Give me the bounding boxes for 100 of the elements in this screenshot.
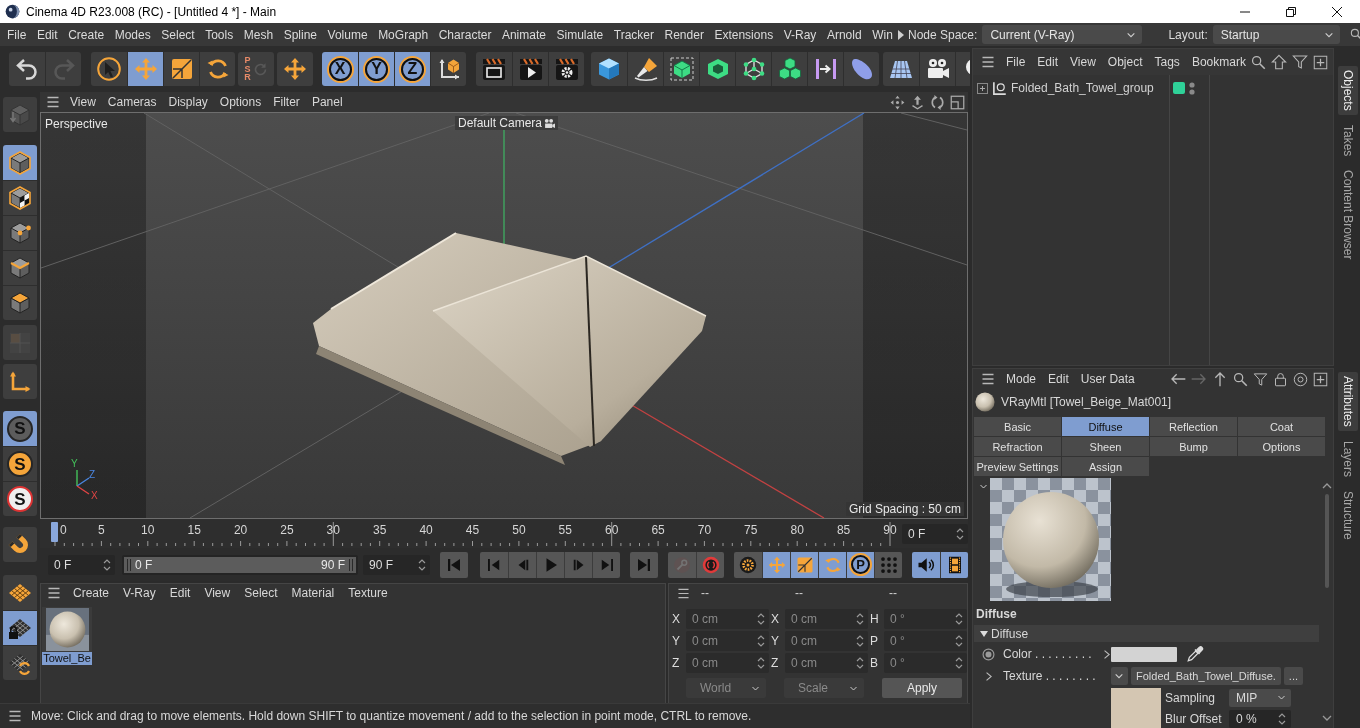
menu-item[interactable]: View: [1070, 55, 1096, 69]
search-icon[interactable]: [1349, 28, 1360, 41]
menu-item[interactable]: V-Ray: [123, 586, 156, 600]
menu-item[interactable]: Cameras: [107, 95, 157, 109]
menu-item[interactable]: View: [204, 586, 231, 600]
keyframe-selection-button[interactable]: [734, 551, 762, 578]
filter-icon[interactable]: [1292, 54, 1308, 70]
scale-key-button[interactable]: [790, 551, 818, 578]
deformer-button[interactable]: [807, 52, 843, 86]
points-mode-button[interactable]: [3, 215, 37, 250]
tab[interactable]: Diffuse: [1062, 417, 1149, 436]
menu-item[interactable]: Select: [244, 586, 278, 600]
tab[interactable]: Preview Settings: [974, 457, 1061, 476]
menu-item[interactable]: File: [7, 27, 27, 42]
snap-lock-button[interactable]: S: [3, 481, 37, 516]
camera-button[interactable]: [919, 52, 955, 86]
selection-tool-button[interactable]: [91, 52, 127, 86]
align-workplane-button[interactable]: [3, 645, 37, 680]
tab[interactable]: Options: [1238, 437, 1325, 456]
radio-icon[interactable]: [981, 647, 995, 661]
eyedropper-icon[interactable]: [1186, 645, 1204, 663]
texture-mode-button[interactable]: [3, 180, 37, 215]
menu-item[interactable]: Tools: [205, 27, 234, 42]
menu-item[interactable]: V-Ray: [783, 27, 817, 42]
menu-item[interactable]: Material: [291, 586, 335, 600]
workplane-button[interactable]: [3, 575, 37, 610]
frame-range-slider[interactable]: 0 F 90 F: [122, 554, 358, 575]
side-tab[interactable]: Content Browser: [1338, 166, 1358, 264]
layout-dropdown[interactable]: Startup: [1212, 25, 1340, 44]
sampling-dropdown[interactable]: MIP: [1229, 688, 1291, 707]
go-to-end-button[interactable]: [630, 551, 658, 578]
menu-item[interactable]: Object: [1107, 55, 1143, 69]
menu-item[interactable]: Character: [438, 27, 492, 42]
menu-item[interactable]: MoGraph: [378, 27, 429, 42]
menu-item[interactable]: Edit: [169, 586, 191, 600]
filter-icon[interactable]: [1253, 371, 1268, 387]
blur-offset-field[interactable]: 0 %: [1229, 709, 1291, 728]
magnet-button[interactable]: [3, 527, 37, 562]
transform-tool-button[interactable]: [277, 52, 313, 86]
field-button[interactable]: [843, 52, 879, 86]
four-arrows-icon[interactable]: [890, 94, 905, 110]
group-header[interactable]: Diffuse: [974, 625, 1319, 642]
side-tab[interactable]: Objects: [1338, 66, 1358, 115]
previous-frame-button[interactable]: [508, 551, 536, 578]
coordinate-system-button[interactable]: [430, 52, 466, 86]
end-frame-field[interactable]: 90 F: [363, 554, 430, 575]
handle-icon[interactable]: [349, 558, 353, 571]
menu-item[interactable]: Mesh: [243, 27, 274, 42]
menu-item[interactable]: User Data: [1080, 372, 1135, 386]
menu-item[interactable]: Edit: [1037, 55, 1059, 69]
render-view-button[interactable]: [476, 52, 512, 86]
menu-item[interactable]: Bookmark: [1191, 55, 1246, 69]
lock-icon[interactable]: [1273, 371, 1288, 387]
rotate-tool-button[interactable]: [199, 52, 235, 86]
menu-item[interactable]: Edit: [36, 27, 58, 42]
up-arrow-icon[interactable]: [1271, 54, 1287, 70]
side-tab[interactable]: Structure: [1338, 486, 1358, 544]
menu-item[interactable]: Modes: [114, 27, 151, 42]
up-arrow-icon[interactable]: [910, 94, 925, 110]
menu-item[interactable]: Arnold: [826, 27, 862, 42]
menu-item[interactable]: Select: [161, 27, 195, 42]
pen-button[interactable]: [627, 52, 663, 86]
viewport[interactable]: Perspective Default Camera Grid Spacing : 50 cm Y Z X: [40, 112, 968, 519]
side-tab[interactable]: Takes: [1338, 120, 1358, 161]
menu-item[interactable]: Create: [68, 27, 105, 42]
menu-item[interactable]: Create: [73, 586, 110, 600]
menu-item[interactable]: File: [1006, 55, 1026, 69]
texture-menu-button[interactable]: [1111, 667, 1128, 685]
next-frame-button[interactable]: [564, 551, 592, 578]
target-icon[interactable]: [1293, 371, 1308, 387]
next-key-button[interactable]: [592, 551, 620, 578]
chevron-icon[interactable]: [1103, 648, 1110, 660]
locked-workplane-button[interactable]: [3, 610, 37, 645]
play-button[interactable]: [536, 551, 564, 578]
browse-button[interactable]: ...: [1283, 667, 1303, 685]
tab[interactable]: Basic: [974, 417, 1061, 436]
menu-item[interactable]: Volume: [327, 27, 368, 42]
camera-label[interactable]: Default Camera: [455, 116, 559, 130]
point-level-button[interactable]: [874, 551, 902, 578]
polygons-mode-button[interactable]: [3, 285, 37, 320]
snap-settings-button[interactable]: S: [3, 446, 37, 481]
expand-icon[interactable]: [977, 82, 988, 94]
floor-button[interactable]: [883, 52, 919, 86]
two-dots-icon[interactable]: [1189, 81, 1195, 95]
handle-icon[interactable]: [127, 558, 131, 571]
object-row[interactable]: Folded_Bath_Towel_group: [973, 78, 1333, 98]
menu-icon[interactable]: [981, 56, 995, 68]
tab[interactable]: Bump: [1150, 437, 1237, 456]
search-icon[interactable]: [1251, 54, 1266, 70]
axis-lock-button[interactable]: Y: [358, 52, 394, 86]
menu-item[interactable]: Options: [219, 95, 262, 109]
start-frame-field[interactable]: 0 F: [48, 554, 115, 575]
plus-square-icon[interactable]: [1313, 54, 1328, 70]
menu-item[interactable]: Tracker: [613, 27, 654, 42]
color-swatch[interactable]: [1111, 646, 1177, 662]
menu-item[interactable]: Render: [664, 27, 704, 42]
render-settings-button[interactable]: [548, 52, 584, 86]
cube-button[interactable]: [591, 52, 627, 86]
chevron-icon[interactable]: [984, 670, 992, 682]
menu-item[interactable]: Display: [168, 95, 208, 109]
